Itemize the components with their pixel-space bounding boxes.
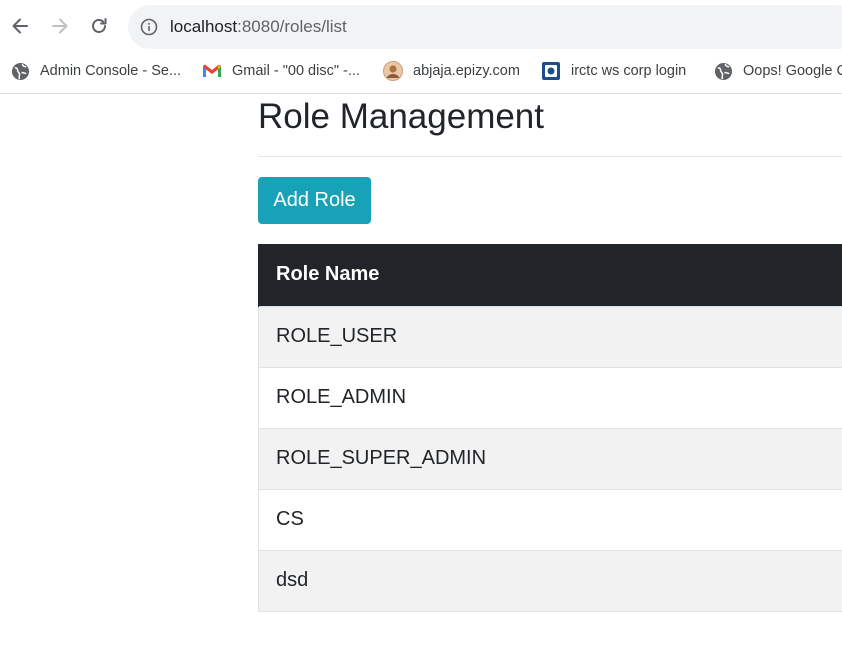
role-name-cell: dsd	[258, 549, 842, 612]
globe-icon	[713, 61, 733, 81]
title-divider	[258, 156, 842, 157]
role-name-cell: ROLE_ADMIN	[258, 366, 842, 428]
forward-button[interactable]	[44, 10, 76, 42]
bookmark-admin-console[interactable]: Admin Console - Se...	[10, 55, 181, 87]
table-row: dsd	[258, 549, 842, 612]
url-path: :8080/roles/list	[237, 17, 347, 36]
bookmark-irctc[interactable]: irctc ws corp login	[541, 55, 686, 87]
bookmark-label: irctc ws corp login	[571, 63, 687, 79]
bookmark-label: Admin Console - Se...	[40, 63, 182, 79]
bookmark-gmail[interactable]: Gmail - "00 disc" -...	[202, 55, 360, 87]
browser-toolbar: localhost:8080/roles/list	[0, 0, 842, 55]
info-icon[interactable]	[140, 18, 158, 41]
bookmark-oops-google[interactable]: Oops! Google C	[713, 55, 842, 87]
back-button[interactable]	[4, 10, 36, 42]
table-row: ROLE_SUPER_ADMIN	[258, 427, 842, 489]
role-name-cell: ROLE_USER	[258, 305, 842, 367]
bookmark-abjaja[interactable]: abjaja.epizy.com	[383, 55, 520, 87]
page-title: Role Management	[258, 97, 544, 136]
url-text[interactable]: localhost:8080/roles/list	[170, 17, 347, 37]
table-header-row: Role Name	[258, 244, 842, 306]
irctc-icon	[541, 61, 561, 81]
bookmarks-bar: Admin Console - Se... Gmail - "00 disc" …	[0, 55, 842, 94]
bookmark-label: Oops! Google C	[743, 63, 842, 79]
bookmark-label: abjaja.epizy.com	[413, 63, 520, 79]
table-row: CS	[258, 488, 842, 550]
add-role-button[interactable]: Add Role	[258, 177, 371, 224]
table-row: ROLE_ADMIN	[258, 366, 842, 428]
globe-icon	[10, 61, 30, 81]
roles-table: Role Name ROLE_USER ROLE_ADMIN ROLE_SUPE…	[258, 244, 842, 612]
role-name-cell: ROLE_SUPER_ADMIN	[258, 427, 842, 489]
table-row: ROLE_USER	[258, 305, 842, 367]
reload-button[interactable]	[83, 10, 115, 42]
bookmark-label: Gmail - "00 disc" -...	[232, 63, 360, 79]
column-header-role-name: Role Name	[258, 244, 842, 306]
forward-arrow-icon	[52, 18, 68, 34]
address-bar[interactable]: localhost:8080/roles/list	[128, 5, 842, 49]
gmail-icon	[202, 61, 222, 81]
role-name-cell: CS	[258, 488, 842, 550]
avatar-icon	[383, 61, 403, 81]
url-host: localhost	[170, 17, 238, 36]
reload-icon	[92, 18, 107, 33]
back-arrow-icon	[12, 18, 28, 34]
